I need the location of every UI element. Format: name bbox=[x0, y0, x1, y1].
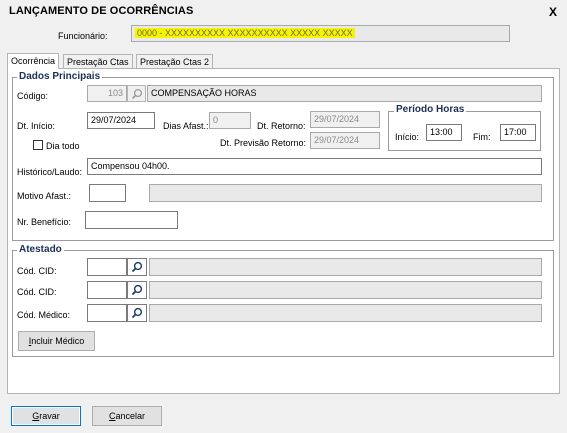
nr-beneficio-label: Nr. Benefício: bbox=[17, 217, 72, 227]
employee-value: 0000 - XXXXXXXXXX XXXXXXXXXX XXXXX XXXXX bbox=[135, 28, 355, 38]
group-periodo-horas-title: Período Horas bbox=[394, 104, 467, 115]
dia-todo-checkbox[interactable] bbox=[33, 140, 43, 150]
dias-afast-field[interactable]: 0 bbox=[209, 112, 251, 129]
incluir-medico-button[interactable]: Incluir Médico bbox=[18, 331, 95, 351]
cancel-button-label: Cancelar bbox=[108, 411, 146, 421]
save-button[interactable]: Gravar bbox=[11, 406, 81, 426]
cod-cid-2-search-button[interactable] bbox=[127, 281, 147, 299]
search-icon bbox=[131, 261, 143, 273]
nr-beneficio-field[interactable] bbox=[85, 211, 178, 229]
save-button-label: Gravar bbox=[32, 411, 60, 421]
close-icon[interactable]: X bbox=[549, 5, 557, 19]
cod-medico-search-button[interactable] bbox=[127, 304, 147, 322]
historico-label: Histórico/Laudo: bbox=[17, 167, 83, 177]
search-icon bbox=[131, 284, 143, 296]
tab-prestacao-ctas-2[interactable]: Prestação Ctas 2 bbox=[136, 54, 214, 69]
cod-medico-field[interactable] bbox=[87, 304, 127, 322]
dt-previsao-retorno-label: Dt. Previsão Retorno: bbox=[220, 138, 307, 148]
window-title: LANÇAMENTO DE OCORRÊNCIAS bbox=[9, 5, 194, 17]
cancel-button[interactable]: Cancelar bbox=[92, 406, 162, 426]
inicio-field[interactable]: 13:00 bbox=[426, 124, 462, 141]
cod-cid-1-search-button[interactable] bbox=[127, 258, 147, 276]
cod-cid-1-description bbox=[149, 258, 542, 276]
cod-cid-2-field[interactable] bbox=[87, 281, 127, 299]
motivo-afast-field[interactable] bbox=[89, 184, 126, 202]
group-atestado-title: Atestado bbox=[17, 244, 64, 255]
dt-retorno-label: Dt. Retorno: bbox=[257, 121, 306, 131]
fim-label: Fim: bbox=[473, 132, 491, 142]
dia-todo-label[interactable]: Dia todo bbox=[46, 141, 80, 151]
cod-medico-description bbox=[149, 304, 542, 322]
search-icon bbox=[131, 307, 143, 319]
employee-field: 0000 - XXXXXXXXXX XXXXXXXXXX XXXXX XXXXX bbox=[131, 25, 510, 42]
cod-cid-2-description bbox=[149, 281, 542, 299]
inicio-label: Início: bbox=[395, 132, 420, 142]
dias-afast-label: Dias Afast.: bbox=[163, 121, 209, 131]
tab-ocorrencia[interactable]: Ocorrência bbox=[7, 53, 60, 69]
historico-field[interactable]: Compensou 04h00. bbox=[87, 158, 542, 175]
group-dados-principais-title: Dados Principais bbox=[17, 71, 103, 82]
cod-cid-2-label: Cód. CID: bbox=[17, 287, 57, 297]
cod-cid-1-field[interactable] bbox=[87, 258, 127, 276]
cod-medico-label: Cód. Médico: bbox=[17, 310, 71, 320]
fim-field[interactable]: 17:00 bbox=[500, 124, 536, 141]
codigo-search-button[interactable] bbox=[127, 85, 146, 102]
cod-cid-1-label: Cód. CID: bbox=[17, 266, 57, 276]
dt-previsao-retorno-field[interactable]: 29/07/2024 bbox=[310, 132, 380, 149]
dt-inicio-field[interactable]: 29/07/2024 bbox=[87, 112, 155, 129]
codigo-field[interactable]: 103 bbox=[87, 85, 127, 102]
motivo-afast-label: Motivo Afast.: bbox=[17, 191, 72, 201]
motivo-afast-description bbox=[149, 184, 542, 202]
employee-label: Funcionário: bbox=[58, 31, 108, 41]
incluir-medico-label: Incluir Médico bbox=[28, 336, 85, 346]
dt-retorno-field[interactable]: 29/07/2024 bbox=[310, 111, 380, 128]
codigo-label: Código: bbox=[17, 91, 49, 101]
search-icon bbox=[131, 88, 142, 99]
codigo-description: COMPENSAÇÃO HORAS bbox=[147, 85, 542, 102]
dt-inicio-label: Dt. Início: bbox=[17, 121, 56, 131]
tab-prestacao-ctas[interactable]: Prestação Ctas bbox=[63, 54, 133, 69]
